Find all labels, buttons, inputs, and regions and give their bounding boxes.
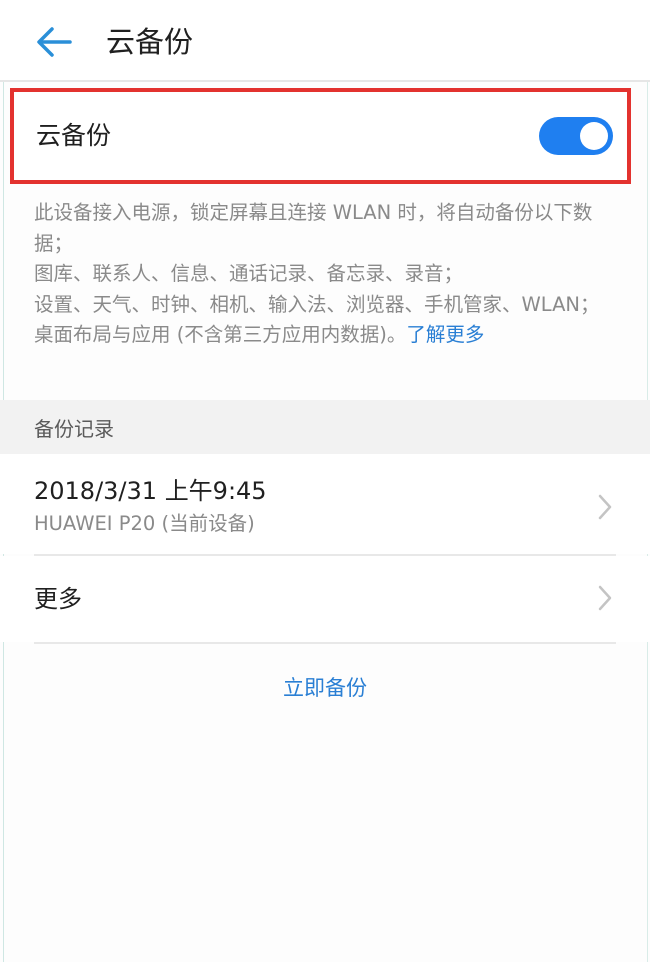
chevron-right-icon: [598, 494, 612, 520]
more-label: 更多: [34, 585, 82, 613]
page-title: 云备份: [106, 25, 194, 59]
description-line: 此设备接入电源，锁定屏幕且连接 WLAN 时，将自动备份以下数据；: [34, 201, 593, 255]
description-line-last: 桌面布局与应用 (不含第三方应用内数据)。了解更多: [34, 320, 620, 351]
backup-record-item[interactable]: 2018/3/31 上午9:45 HUAWEI P20 (当前设备): [0, 454, 650, 554]
learn-more-link[interactable]: 了解更多: [406, 323, 484, 346]
backup-record-device: HUAWEI P20 (当前设备): [34, 512, 255, 535]
list-divider: [34, 642, 616, 644]
backup-description: 此设备接入电源，锁定屏幕且连接 WLAN 时，将自动备份以下数据； 图库、联系人…: [34, 198, 620, 351]
description-line: 设置、天气、时钟、相机、输入法、浏览器、手机管家、WLAN；: [34, 292, 600, 316]
header-divider: [0, 80, 650, 82]
cloud-backup-switch[interactable]: [539, 117, 613, 155]
description-line-text: 桌面布局与应用 (不含第三方应用内数据)。: [34, 323, 407, 346]
app-header: 云备份: [0, 0, 650, 80]
backup-now-button[interactable]: 立即备份: [0, 670, 650, 706]
backup-records-section-header: 备份记录: [0, 400, 650, 454]
chevron-right-icon: [598, 585, 612, 611]
section-title: 备份记录: [34, 417, 114, 441]
back-button[interactable]: [30, 20, 76, 64]
switch-knob: [580, 122, 608, 150]
backup-record-date: 2018/3/31 上午9:45: [34, 477, 267, 505]
cloud-backup-toggle-row[interactable]: 云备份: [10, 88, 631, 184]
cloud-backup-screen: 云备份 云备份 此设备接入电源，锁定屏幕且连接 WLAN 时，将自动备份以下数据…: [0, 0, 650, 962]
more-records-item[interactable]: 更多: [0, 556, 650, 642]
arrow-left-icon: [37, 27, 72, 57]
description-line: 图库、联系人、信息、通话记录、备忘录、录音；: [34, 262, 464, 285]
cloud-backup-toggle-label: 云备份: [36, 121, 112, 150]
